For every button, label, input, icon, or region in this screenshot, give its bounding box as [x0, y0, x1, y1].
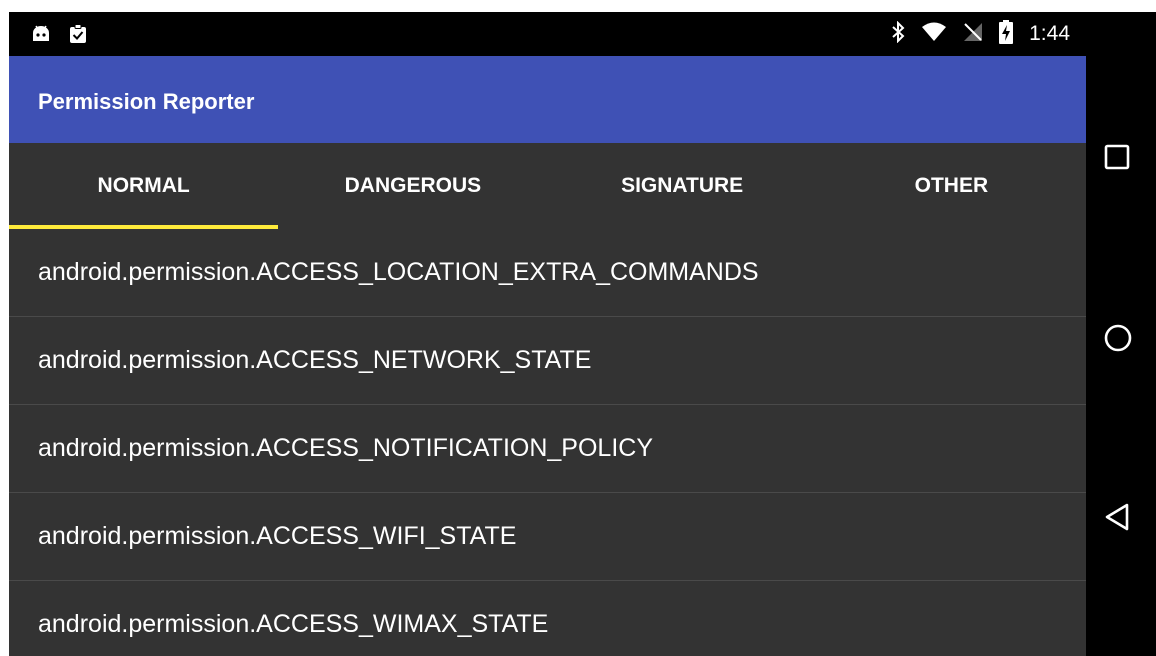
permission-name: android.permission.ACCESS_NETWORK_STATE [38, 346, 592, 374]
list-item[interactable]: android.permission.ACCESS_WIMAX_STATE [9, 581, 1086, 656]
tab-label: NORMAL [97, 174, 190, 197]
recents-icon[interactable] [1103, 143, 1131, 176]
permission-name: android.permission.ACCESS_WIMAX_STATE [38, 610, 549, 638]
navigation-bar [1086, 12, 1156, 656]
permission-name: android.permission.ACCESS_NOTIFICATION_P… [38, 434, 654, 462]
android-debug-icon [31, 25, 51, 48]
no-signal-icon [963, 22, 983, 47]
list-item[interactable]: android.permission.ACCESS_WIFI_STATE [9, 493, 1086, 581]
tab-label: SIGNATURE [621, 174, 744, 197]
status-left-icons [31, 24, 87, 49]
status-bar: 1:44 [9, 12, 1086, 56]
tab-signature[interactable]: SIGNATURE [548, 143, 817, 229]
list-item[interactable]: android.permission.ACCESS_NOTIFICATION_P… [9, 405, 1086, 493]
back-icon[interactable] [1103, 502, 1131, 537]
permission-name: android.permission.ACCESS_LOCATION_EXTRA… [38, 258, 759, 286]
tab-dangerous[interactable]: DANGEROUS [278, 143, 547, 229]
permission-name: android.permission.ACCESS_WIFI_STATE [38, 522, 517, 550]
bluetooth-icon [891, 20, 905, 48]
device-screen: 1:44 Permission Reporter NORMAL DANGEROU… [9, 12, 1156, 656]
clipboard-check-icon [69, 24, 87, 49]
app-bar: Permission Reporter [9, 56, 1086, 143]
list-item[interactable]: android.permission.ACCESS_NETWORK_STATE [9, 317, 1086, 405]
status-clock: 1:44 [1029, 22, 1070, 45]
battery-charging-icon [999, 19, 1014, 49]
tab-other[interactable]: OTHER [817, 143, 1086, 229]
list-item[interactable]: android.permission.ACCESS_LOCATION_EXTRA… [9, 229, 1086, 317]
tab-normal[interactable]: NORMAL [9, 143, 279, 229]
tab-bar: NORMAL DANGEROUS SIGNATURE OTHER [9, 143, 1086, 229]
permission-list[interactable]: android.permission.ACCESS_LOCATION_EXTRA… [9, 229, 1086, 656]
home-icon[interactable] [1103, 323, 1133, 358]
tab-label: DANGEROUS [344, 174, 482, 197]
wifi-icon [921, 22, 947, 47]
tab-label: OTHER [914, 174, 989, 197]
status-right-icons: 1:44 [891, 19, 1070, 49]
app-title: Permission Reporter [38, 89, 255, 114]
